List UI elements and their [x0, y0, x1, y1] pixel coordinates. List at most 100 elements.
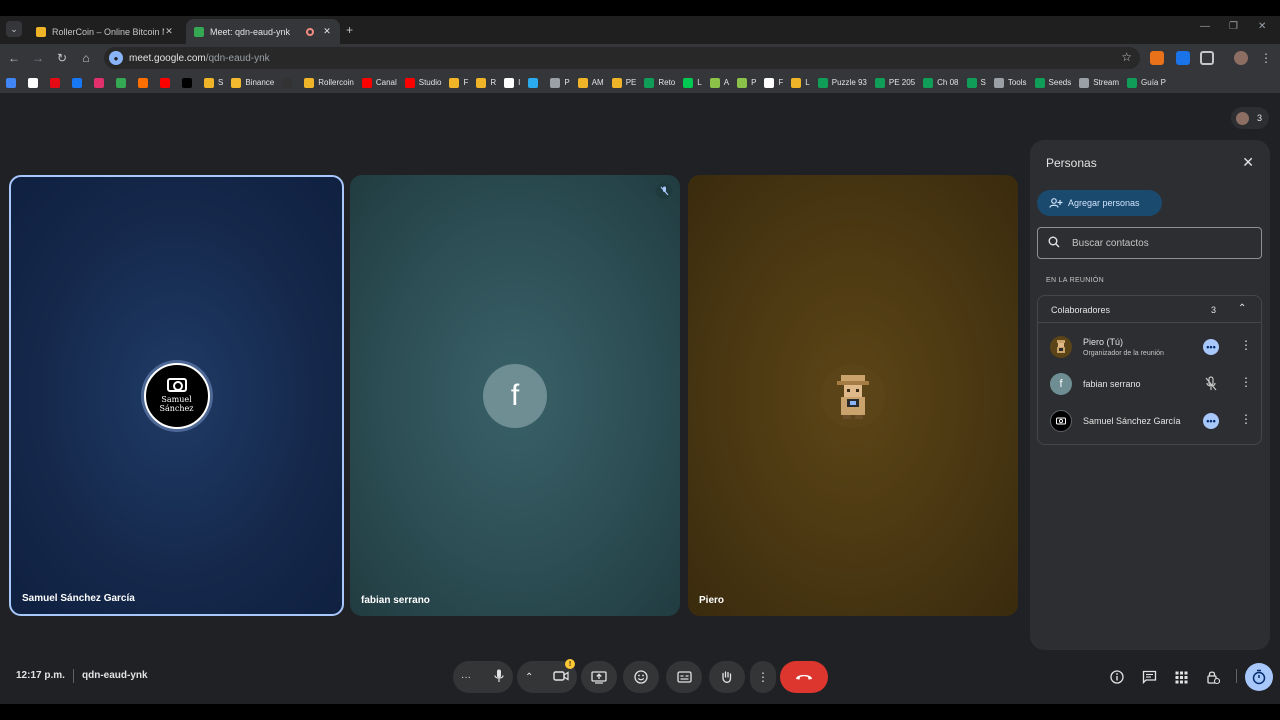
- group-count: 3: [1211, 305, 1217, 315]
- home-icon[interactable]: ⌂: [78, 50, 94, 66]
- bookmark-item[interactable]: Reto: [644, 77, 676, 88]
- bookmark-item[interactable]: Guía P: [1127, 77, 1166, 88]
- contact-search[interactable]: [1037, 227, 1262, 259]
- bookmark-favicon-icon: [182, 77, 192, 88]
- forward-icon[interactable]: →: [30, 50, 46, 66]
- bookmark-item[interactable]: [182, 77, 196, 88]
- bookmark-item[interactable]: [28, 77, 42, 88]
- video-tile-samuel[interactable]: Samuel Sánchez Samuel Sánchez García: [9, 175, 344, 616]
- avatar: [1236, 111, 1249, 125]
- bookmark-item[interactable]: [50, 77, 64, 88]
- bookmark-item[interactable]: Stream: [1079, 77, 1119, 88]
- tab-meet[interactable]: Meet: qdn-eaud-ynk ✕: [186, 19, 340, 44]
- chrome-menu-icon[interactable]: ⋮: [1258, 50, 1274, 66]
- bookmark-item[interactable]: Tools: [993, 77, 1027, 88]
- new-tab-icon[interactable]: +: [346, 23, 353, 37]
- audio-options-icon[interactable]: ···: [461, 672, 471, 683]
- bookmark-item[interactable]: S: [966, 77, 986, 88]
- add-people-label: Agregar personas: [1068, 198, 1140, 208]
- bookmark-item[interactable]: L: [683, 77, 702, 88]
- tab-rollercoin[interactable]: RollerCoin – Online Bitcoin Mi ✕: [28, 19, 182, 44]
- host-controls-lock-icon[interactable]: [1203, 667, 1223, 687]
- collaborators-header[interactable]: Colaboradores 3 ⌃: [1038, 296, 1261, 323]
- chevron-up-icon[interactable]: ⌃: [1238, 303, 1246, 314]
- site-info-icon[interactable]: ●: [109, 51, 123, 65]
- extension-icon[interactable]: [1150, 51, 1164, 65]
- bookmark-item[interactable]: A: [709, 77, 729, 88]
- person-role: Organizador de la reunión: [1083, 350, 1164, 357]
- tab-search-icon[interactable]: ⌄: [6, 21, 22, 37]
- close-tab-icon[interactable]: ✕: [164, 26, 174, 37]
- meeting-info-icon[interactable]: [1107, 667, 1127, 687]
- bookmark-item[interactable]: P: [550, 77, 570, 88]
- video-options-icon[interactable]: ⌃: [525, 672, 533, 683]
- bookmark-item[interactable]: I: [504, 77, 520, 88]
- bookmark-item[interactable]: Canal: [361, 77, 397, 88]
- bookmark-item[interactable]: PE: [611, 77, 636, 88]
- activities-grid-icon[interactable]: [1171, 667, 1191, 687]
- bookmark-item[interactable]: [94, 77, 108, 88]
- bookmark-item[interactable]: Binance: [231, 77, 274, 88]
- bookmark-item[interactable]: Seeds: [1034, 77, 1071, 88]
- bookmark-label: Reto: [658, 78, 676, 87]
- bookmark-item[interactable]: P: [737, 77, 756, 88]
- bookmark-item[interactable]: Rollercoin: [304, 77, 354, 88]
- bookmark-item[interactable]: [160, 77, 174, 88]
- bookmark-item[interactable]: R: [476, 77, 496, 88]
- bookmark-favicon-icon: [1127, 77, 1138, 88]
- extension-icon[interactable]: [1176, 51, 1190, 65]
- activity-timer-button[interactable]: [1245, 663, 1273, 691]
- bookmark-item[interactable]: F: [764, 77, 783, 88]
- video-tile-piero[interactable]: Piero: [688, 175, 1018, 616]
- url-field[interactable]: ● meet.google.com/qdn-eaud-ynk ☆: [104, 47, 1140, 69]
- bookmark-star-icon[interactable]: ☆: [1121, 50, 1132, 64]
- bookmark-item[interactable]: Ch 08: [923, 77, 959, 88]
- captions-button[interactable]: [666, 661, 702, 693]
- bookmark-item[interactable]: [116, 77, 130, 88]
- bookmark-item[interactable]: [72, 77, 86, 88]
- add-people-button[interactable]: Agregar personas: [1037, 190, 1162, 216]
- leave-call-button[interactable]: [780, 661, 828, 693]
- participants-chip[interactable]: 3: [1231, 107, 1269, 129]
- close-tab-icon[interactable]: ✕: [322, 26, 332, 37]
- profile-avatar[interactable]: [1234, 51, 1248, 65]
- bookmark-item[interactable]: [138, 77, 152, 88]
- avatar: [1050, 336, 1072, 358]
- bookmark-item[interactable]: Puzzle 93: [817, 77, 867, 88]
- back-icon[interactable]: ←: [6, 50, 22, 66]
- kebab-menu-icon[interactable]: ⋮: [1240, 375, 1252, 389]
- more-options-icon[interactable]: •••: [1203, 413, 1219, 429]
- bookmark-label: L: [805, 78, 810, 87]
- bookmark-item[interactable]: AM: [577, 77, 604, 88]
- raise-hand-button[interactable]: [709, 661, 745, 693]
- minimize-icon[interactable]: —: [1200, 21, 1210, 32]
- bookmark-item[interactable]: [528, 77, 542, 88]
- video-tile-fabian[interactable]: f fabian serrano: [350, 175, 680, 616]
- microphone-icon[interactable]: [493, 669, 505, 686]
- search-contacts-input[interactable]: [1072, 237, 1242, 249]
- kebab-menu-icon[interactable]: ⋮: [1240, 338, 1252, 352]
- bookmark-item[interactable]: L: [791, 77, 810, 88]
- close-window-icon[interactable]: ✕: [1258, 21, 1266, 32]
- chat-icon[interactable]: [1139, 667, 1159, 687]
- bookmark-item[interactable]: S: [204, 77, 223, 88]
- bookmark-favicon-icon: [6, 77, 16, 88]
- close-panel-icon[interactable]: ✕: [1242, 154, 1254, 171]
- bookmark-item[interactable]: [282, 77, 296, 88]
- restore-icon[interactable]: ❐: [1229, 21, 1238, 32]
- present-screen-button[interactable]: [581, 661, 617, 693]
- rollercoin-favicon-icon: [36, 26, 46, 37]
- reactions-button[interactable]: [623, 661, 659, 693]
- more-options-button[interactable]: ⋮: [750, 661, 776, 693]
- bookmark-item[interactable]: Studio: [404, 77, 441, 88]
- camera-icon[interactable]: [553, 670, 569, 685]
- bookmark-label: AM: [591, 78, 604, 87]
- bookmark-item[interactable]: F: [449, 77, 468, 88]
- reload-icon[interactable]: ↻: [54, 50, 70, 66]
- bookmark-item[interactable]: PE 205: [874, 77, 915, 88]
- more-options-icon[interactable]: •••: [1203, 339, 1219, 355]
- extensions-puzzle-icon[interactable]: [1200, 51, 1214, 65]
- kebab-menu-icon[interactable]: ⋮: [1240, 412, 1252, 426]
- bookmark-item[interactable]: [6, 77, 20, 88]
- bookmark-favicon-icon: [204, 77, 214, 88]
